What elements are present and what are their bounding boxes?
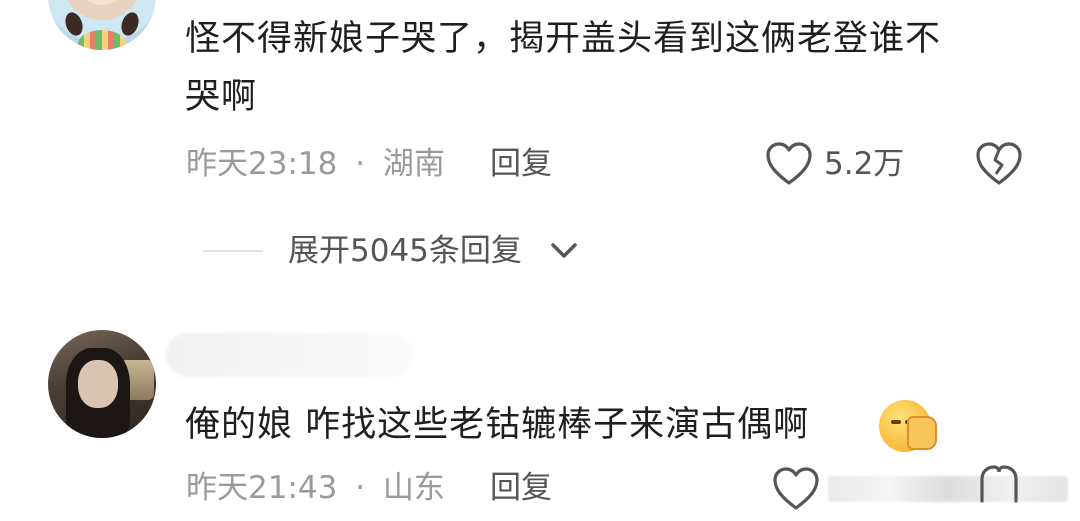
comment-location: 山东 [382, 470, 445, 506]
avatar-decoration [78, 30, 126, 50]
like-count: 5.2万 [824, 146, 905, 182]
comment-text-line: 怪不得新娘子哭了，揭开盖头看到这俩老登谁不 [185, 19, 942, 59]
avatar-decoration [78, 360, 118, 408]
expand-replies-button[interactable]: 展开5045条回复 [288, 231, 522, 271]
heart-outline-icon[interactable] [771, 466, 821, 512]
avatar-decoration [118, 9, 142, 39]
avatar-decoration [62, 9, 86, 39]
comment-meta: 昨天21:43 · 山东 [186, 468, 445, 508]
reply-button[interactable]: 回复 [490, 144, 552, 184]
comment-text: 俺的娘 咋找这些老钴辘棒子来演古偶啊 [185, 396, 885, 454]
comment-time: 昨天23:18 [186, 146, 338, 182]
heart-outline-icon[interactable] [764, 141, 814, 187]
emoji-detail [907, 416, 937, 450]
broken-heart-icon[interactable] [974, 463, 1024, 503]
expand-divider [203, 250, 263, 252]
meta-separator: · [355, 146, 366, 182]
comment-text-line: 俺的娘 咋找这些老钴辘棒子来演古偶啊 [185, 405, 810, 445]
watermark-overlay [828, 476, 1068, 502]
reply-button[interactable]: 回复 [490, 468, 552, 508]
chevron-down-icon[interactable] [548, 238, 580, 262]
broken-heart-icon[interactable] [974, 141, 1024, 187]
comment-meta: 昨天23:18 · 湖南 [186, 144, 445, 184]
blurred-username[interactable] [166, 333, 414, 377]
face-palm-emoji-icon [879, 400, 937, 452]
meta-separator: · [355, 470, 366, 506]
emoji-detail [891, 420, 901, 424]
comment-text-line: 哭啊 [185, 77, 258, 117]
commenter-avatar[interactable] [48, 330, 156, 438]
comment-location: 湖南 [382, 146, 445, 182]
commenter-avatar[interactable] [48, 0, 156, 50]
comment-time: 昨天21:43 [186, 470, 338, 506]
comment-text: 怪不得新娘子哭了，揭开盖头看到这俩老登谁不 哭啊 [185, 10, 1065, 126]
expand-replies-label: 展开5045条回复 [288, 233, 522, 269]
